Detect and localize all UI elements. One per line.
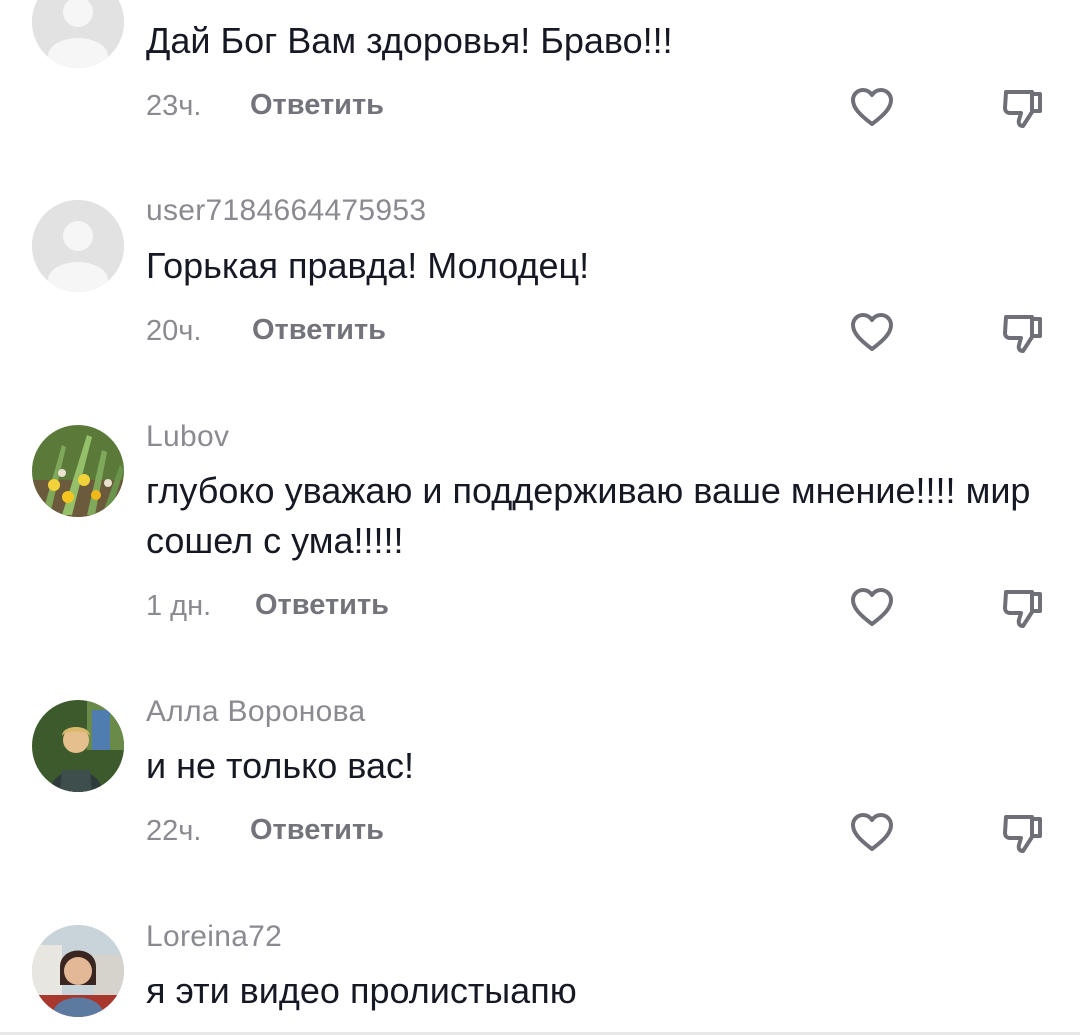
heart-icon bbox=[851, 313, 893, 351]
comment-username[interactable]: user7184664475953 bbox=[146, 194, 426, 228]
thumbs-down-icon bbox=[1003, 90, 1042, 128]
comment-time: 1 дн. bbox=[146, 590, 212, 622]
avatar[interactable] bbox=[32, 0, 124, 68]
reply-button[interactable]: Ответить bbox=[255, 589, 389, 622]
thumbs-down-icon bbox=[1003, 815, 1042, 853]
woman-photo-icon bbox=[32, 925, 124, 1017]
comment-text: и не только вас! bbox=[146, 745, 415, 786]
reply-button[interactable]: Ответить bbox=[250, 89, 384, 122]
avatar[interactable] bbox=[32, 425, 124, 517]
thumbs-down-icon bbox=[1003, 315, 1042, 353]
heart-icon bbox=[851, 813, 893, 851]
like-button[interactable] bbox=[848, 84, 896, 132]
comment-text: я эти видео пролистыапю bbox=[146, 970, 577, 1011]
comment-text: Горькая правда! Молодец! bbox=[146, 245, 590, 286]
like-button[interactable] bbox=[848, 809, 896, 857]
dislike-button[interactable] bbox=[998, 84, 1046, 132]
like-button[interactable] bbox=[848, 309, 896, 357]
default-avatar-icon bbox=[32, 0, 124, 68]
reply-button[interactable]: Ответить bbox=[250, 814, 384, 847]
comment-text: глубоко уважаю и поддерживаю ваше мнение… bbox=[146, 470, 1031, 561]
like-button[interactable] bbox=[848, 584, 896, 632]
comment-username[interactable]: Loreina72 bbox=[146, 920, 282, 954]
avatar[interactable] bbox=[32, 200, 124, 292]
flowers-photo-icon bbox=[32, 425, 124, 517]
comment-username[interactable]: Алла Воронова bbox=[146, 695, 366, 729]
dislike-button[interactable] bbox=[998, 309, 1046, 357]
woman-photo-icon bbox=[32, 700, 124, 792]
heart-icon bbox=[851, 588, 893, 626]
dislike-button[interactable] bbox=[998, 584, 1046, 632]
heart-icon bbox=[851, 88, 893, 126]
dislike-button[interactable] bbox=[998, 809, 1046, 857]
default-avatar-icon bbox=[32, 200, 124, 292]
comment-time: 20ч. bbox=[146, 315, 202, 347]
reply-button[interactable]: Ответить bbox=[252, 314, 386, 347]
thumbs-down-icon bbox=[1003, 590, 1042, 628]
comment-time: 22ч. bbox=[146, 815, 202, 847]
avatar[interactable] bbox=[32, 925, 124, 1017]
comment-time: 23ч. bbox=[146, 90, 202, 122]
avatar[interactable] bbox=[32, 700, 124, 792]
comment-username[interactable]: Lubov bbox=[146, 420, 229, 454]
comment-text: Дай Бог Вам здоровья! Браво!!! bbox=[146, 20, 673, 61]
